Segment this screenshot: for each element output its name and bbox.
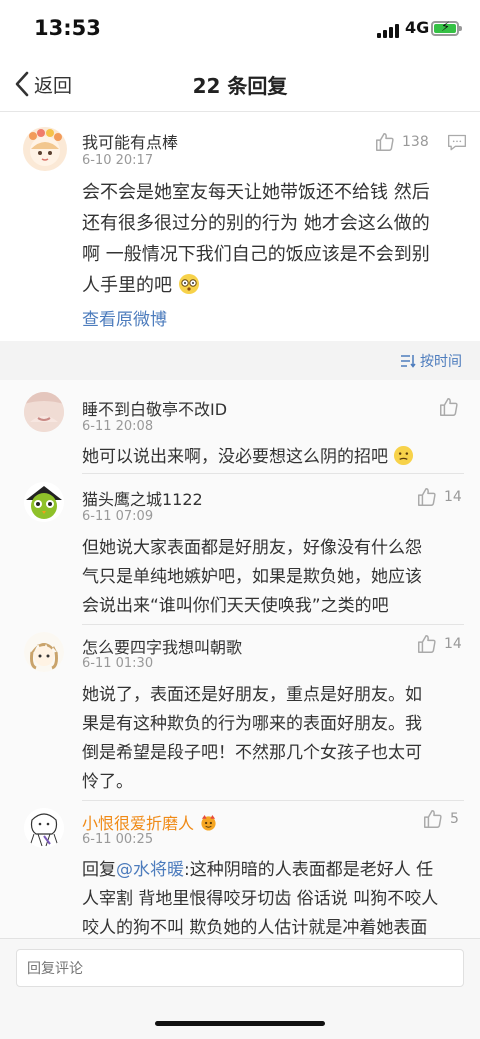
comment-line-text: 人手里的吧 xyxy=(82,275,172,296)
reply-line: 怜了。 xyxy=(82,772,133,792)
reply-line: 回复@水将暖:这种阴暗的人表面都是老好人 任 xyxy=(82,855,433,880)
reply-line: 倒是希望是段子吧！不然那几个女孩子也太可 xyxy=(82,743,422,763)
sort-icon xyxy=(401,355,416,368)
reply-username-vip[interactable]: 小恨很爱折磨人 xyxy=(82,810,218,834)
thumb-up-icon xyxy=(424,810,442,828)
comment-username[interactable]: 我可能有点棒 xyxy=(82,129,178,153)
badge-icon xyxy=(201,814,216,831)
view-original-link[interactable]: 查看原微博 xyxy=(82,305,167,330)
row-divider xyxy=(82,624,464,625)
avatar[interactable] xyxy=(24,482,64,522)
reply-input-bar xyxy=(0,938,480,1039)
thumb-up-icon xyxy=(440,398,458,416)
battery-icon: ⚡ xyxy=(431,20,462,36)
avatar[interactable] xyxy=(23,127,67,171)
mention-link[interactable]: @水将暖 xyxy=(116,860,184,880)
comment-line: 啊 一般情况下我们自己的饭应该是不会到别 xyxy=(82,244,430,265)
status-bar: 13:53 4G ⚡ xyxy=(0,0,480,58)
page-title: 22 条回复 xyxy=(192,74,288,98)
signal-icon xyxy=(377,24,401,38)
like-button[interactable]: 14 xyxy=(416,486,462,508)
reply-time: 6-11 00:25 xyxy=(82,832,154,847)
reply-username-text: 小恨很爱折磨人 xyxy=(82,814,195,833)
reply-line: 果是有这种欺负的行为哪来的表面好朋友。我 xyxy=(82,714,422,734)
reply-line-text: 她可以说出来啊，没必要想这么阴的招吧 xyxy=(82,447,388,467)
row-divider xyxy=(82,473,464,474)
like-button[interactable]: 14 xyxy=(416,633,462,655)
avatar[interactable] xyxy=(24,632,64,672)
comment-line: 会不会是她室友每天让她带饭还不给钱 然后 xyxy=(82,182,430,203)
reply-line: 咬人的狗不叫 欺负她的人估计就是冲着她表面 xyxy=(82,918,428,938)
home-indicator xyxy=(155,1021,325,1026)
thumb-up-icon xyxy=(418,635,436,653)
like-button[interactable]: 138 xyxy=(374,131,429,153)
reply-prefix: 回复 xyxy=(82,860,116,880)
thumb-up-icon xyxy=(418,488,436,506)
reply-time: 6-11 01:30 xyxy=(82,656,154,671)
reply-time: 6-11 20:08 xyxy=(82,419,154,434)
like-button[interactable]: 5 xyxy=(422,808,459,830)
reply-time: 6-11 07:09 xyxy=(82,509,154,524)
like-button[interactable] xyxy=(438,396,460,418)
comment-icon[interactable] xyxy=(446,133,468,153)
avatar[interactable] xyxy=(24,808,64,848)
reply-line: 人宰割 背地里恨得咬牙切齿 俗话说 叫狗不咬人 xyxy=(82,889,439,909)
reply-line-text: :这种阴暗的人表面都是老好人 任 xyxy=(184,860,434,880)
status-time: 13:53 xyxy=(34,16,101,40)
reply-username[interactable]: 怎么要四字我想叫朝歌 xyxy=(82,634,242,658)
like-count: 138 xyxy=(402,134,429,150)
like-count: 5 xyxy=(450,811,459,827)
reply-line: 会说出来“谁叫你们天天使唤我”之类的吧 xyxy=(82,596,389,616)
reply-input[interactable] xyxy=(16,949,464,987)
comment-time: 6-10 20:17 xyxy=(82,153,154,168)
reply-line: 但她说大家表面都是好朋友，好像没有什么怨 xyxy=(82,538,422,558)
reply-username[interactable]: 睡不到白敬亭不改ID xyxy=(82,396,227,420)
comment-line: 还有很多很过分的别的行为 她才会这么做的 xyxy=(82,213,430,234)
reply-line: 气只是单纯地嫉妒吧，如果是欺负她，她应该 xyxy=(82,567,422,587)
reply-list: 睡不到白敬亭不改ID 6-11 20:08 她可以说出来啊，没必要想这么阴的招吧… xyxy=(0,380,480,938)
avatar[interactable] xyxy=(24,392,64,432)
like-count: 14 xyxy=(444,489,462,505)
network-label: 4G xyxy=(405,18,430,37)
sort-bar: 按时间 xyxy=(0,341,480,380)
reply-username[interactable]: 猫头鹰之城1122 xyxy=(82,486,203,510)
sort-label: 按时间 xyxy=(420,354,462,370)
emoji-icon xyxy=(178,274,199,294)
reply-line: 她说了，表面还是好朋友，重点是好朋友。如 xyxy=(82,685,422,705)
emoji-icon xyxy=(394,445,414,466)
reply-line: 她可以说出来啊，没必要想这么阴的招吧 xyxy=(82,442,414,467)
comment-line: 人手里的吧 xyxy=(82,271,200,297)
row-divider xyxy=(82,800,464,801)
sort-by-time-button[interactable]: 按时间 xyxy=(400,351,462,371)
nav-bar: 返回 22 条回复 xyxy=(0,58,480,112)
thumb-up-icon xyxy=(376,133,394,151)
main-comment: 我可能有点棒 6-10 20:17 138 会不会是她室友每天让她带饭还不给钱 … xyxy=(0,113,480,341)
like-count: 14 xyxy=(444,636,462,652)
